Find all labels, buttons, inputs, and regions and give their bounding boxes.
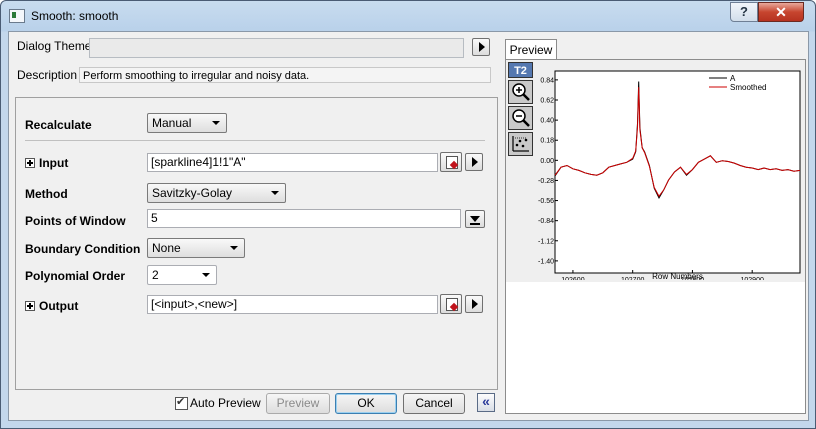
boundary-condition-dropdown[interactable]: None xyxy=(147,238,245,258)
ok-button[interactable]: OK xyxy=(335,393,397,414)
description-text: Perform smoothing to irregular and noisy… xyxy=(79,67,491,83)
boundary-condition-value: None xyxy=(152,241,181,255)
preview-button[interactable]: Preview xyxy=(266,393,330,414)
zoom-out-button[interactable] xyxy=(508,106,533,130)
collapse-preview-button[interactable]: « xyxy=(477,393,495,412)
chevron-down-icon xyxy=(230,246,238,250)
chevron-down-icon xyxy=(271,191,279,195)
theme-menu-button[interactable] xyxy=(472,38,490,56)
y-tick-label: 0.62 xyxy=(540,97,554,104)
y-tick-label: -1.40 xyxy=(538,258,554,265)
y-tick-label: -0.28 xyxy=(538,178,554,185)
output-field[interactable]: [<input>,<new>] xyxy=(147,295,438,314)
data-reader-button[interactable] xyxy=(508,132,533,156)
preview-panel: T2 0.84 0.62 0.40 0.18 0.00 -0.28 -0.56 … xyxy=(505,59,806,414)
smooth-dialog-window: Smooth: smooth ? ✕ Dialog Theme Descript… xyxy=(0,0,816,429)
arrow-down-icon xyxy=(470,216,480,222)
zoom-out-icon xyxy=(512,109,530,127)
triangle-right-icon xyxy=(479,42,485,52)
dialog-client-area: Dialog Theme Description Perform smoothi… xyxy=(8,31,809,421)
x-tick-label: 102600 xyxy=(561,277,584,280)
divider xyxy=(25,140,485,141)
arrow-down-bar xyxy=(470,223,480,225)
triangle-right-icon xyxy=(472,299,478,309)
settings-panel: Recalculate Manual Input [sparkline4]1!1… xyxy=(15,97,498,390)
input-label[interactable]: Input xyxy=(25,156,68,170)
output-menu-button[interactable] xyxy=(465,295,483,313)
dialog-theme-label: Dialog Theme xyxy=(17,39,92,53)
boundary-condition-label: Boundary Condition xyxy=(25,242,141,256)
cancel-button[interactable]: Cancel xyxy=(403,393,465,414)
legend-label: A xyxy=(730,74,736,83)
recalculate-dropdown[interactable]: Manual xyxy=(147,113,227,133)
y-tick-label: -0.56 xyxy=(538,198,554,205)
y-tick-label: -1.12 xyxy=(538,238,554,245)
polynomial-order-label: Polynomial Order xyxy=(25,269,126,283)
y-tick-label: 0.00 xyxy=(540,158,554,165)
close-button[interactable]: ✕ xyxy=(758,2,804,22)
zoom-in-button[interactable] xyxy=(508,80,533,104)
layer-t2-indicator[interactable]: T2 xyxy=(508,62,533,78)
select-from-worksheet-button[interactable] xyxy=(440,152,462,172)
y-tick-label: 0.18 xyxy=(540,138,554,145)
points-of-window-dropdown-button[interactable] xyxy=(465,210,485,228)
y-tick-label: 0.40 xyxy=(540,118,554,125)
plot-area xyxy=(554,70,801,274)
triangle-right-icon xyxy=(472,157,478,167)
recalculate-value: Manual xyxy=(152,116,192,130)
legend-label: Smoothed xyxy=(730,83,766,92)
data-reader-icon xyxy=(512,136,529,152)
x-axis-label: Row Numbers xyxy=(652,272,703,280)
x-tick-label: 102700 xyxy=(621,277,644,280)
title-bar[interactable]: Smooth: smooth ? ✕ xyxy=(1,1,815,31)
zoom-in-icon xyxy=(512,83,530,101)
expand-plus-icon[interactable] xyxy=(25,301,35,311)
method-dropdown[interactable]: Savitzky-Golay xyxy=(147,183,286,203)
x-tick-label: 102900 xyxy=(741,277,764,280)
output-label[interactable]: Output xyxy=(25,299,78,313)
tab-preview[interactable]: Preview xyxy=(505,39,557,60)
app-icon xyxy=(9,9,25,23)
y-tick-label: 0.84 xyxy=(540,77,554,84)
input-menu-button[interactable] xyxy=(465,153,483,171)
description-label: Description xyxy=(17,68,78,82)
worksheet-select-icon xyxy=(446,156,458,169)
chevron-down-icon xyxy=(202,273,210,277)
polynomial-order-combo[interactable]: 2 xyxy=(147,265,217,285)
points-of-window-field[interactable]: 5 xyxy=(147,209,461,228)
help-button[interactable]: ? xyxy=(730,2,758,22)
output-select-button[interactable] xyxy=(440,294,462,314)
method-label: Method xyxy=(25,187,68,201)
auto-preview-label[interactable]: Auto Preview xyxy=(190,396,261,410)
points-of-window-label: Points of Window xyxy=(25,214,126,228)
recalculate-label: Recalculate xyxy=(25,118,92,132)
auto-preview-checkbox[interactable] xyxy=(175,395,188,410)
preview-chart: 0.84 0.62 0.40 0.18 0.00 -0.28 -0.56 -0.84 -1.12… xyxy=(538,70,801,280)
y-tick-label: -0.84 xyxy=(538,218,554,225)
polynomial-order-value: 2 xyxy=(152,268,159,282)
input-field[interactable]: [sparkline4]1!1"A" xyxy=(147,153,438,172)
dialog-theme-field[interactable] xyxy=(89,38,464,58)
worksheet-select-icon xyxy=(446,298,458,311)
window-title: Smooth: smooth xyxy=(31,9,119,23)
chevron-down-icon xyxy=(212,121,220,125)
method-value: Savitzky-Golay xyxy=(152,186,233,200)
expand-plus-icon[interactable] xyxy=(25,158,35,168)
